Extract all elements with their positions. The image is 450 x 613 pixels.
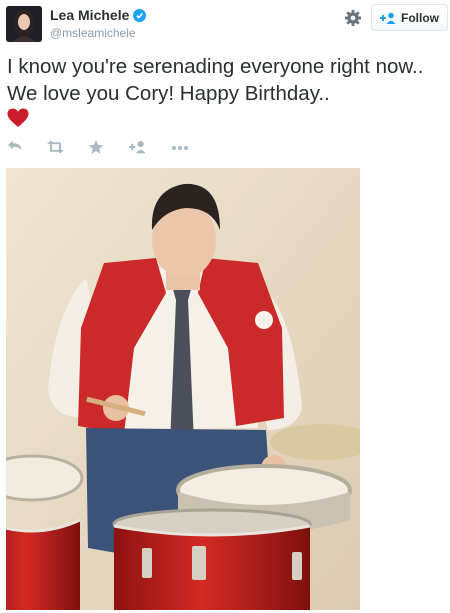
user-handle[interactable]: @msleamichele [50,26,146,40]
gear-icon[interactable] [344,9,362,27]
retweet-icon[interactable] [46,138,65,158]
reply-icon[interactable] [7,138,23,158]
verified-badge-icon [133,8,147,22]
tweet-photo[interactable] [6,168,360,610]
tweet-actions [0,138,450,160]
follow-button[interactable]: Follow [371,4,448,31]
tweet-text: I know you're serenading everyone right … [7,55,424,105]
avatar[interactable] [6,6,42,42]
add-user-icon[interactable] [129,138,146,158]
follow-label: Follow [401,10,439,25]
add-user-icon [380,12,396,24]
star-icon[interactable] [88,138,104,158]
more-icon[interactable] [171,138,189,158]
heart-emoji-icon [7,108,29,128]
display-name[interactable]: Lea Michele [50,7,129,23]
tweet-header: Lea Michele @msleamichele Follow [0,0,450,50]
user-info: Lea Michele @msleamichele [50,7,147,40]
